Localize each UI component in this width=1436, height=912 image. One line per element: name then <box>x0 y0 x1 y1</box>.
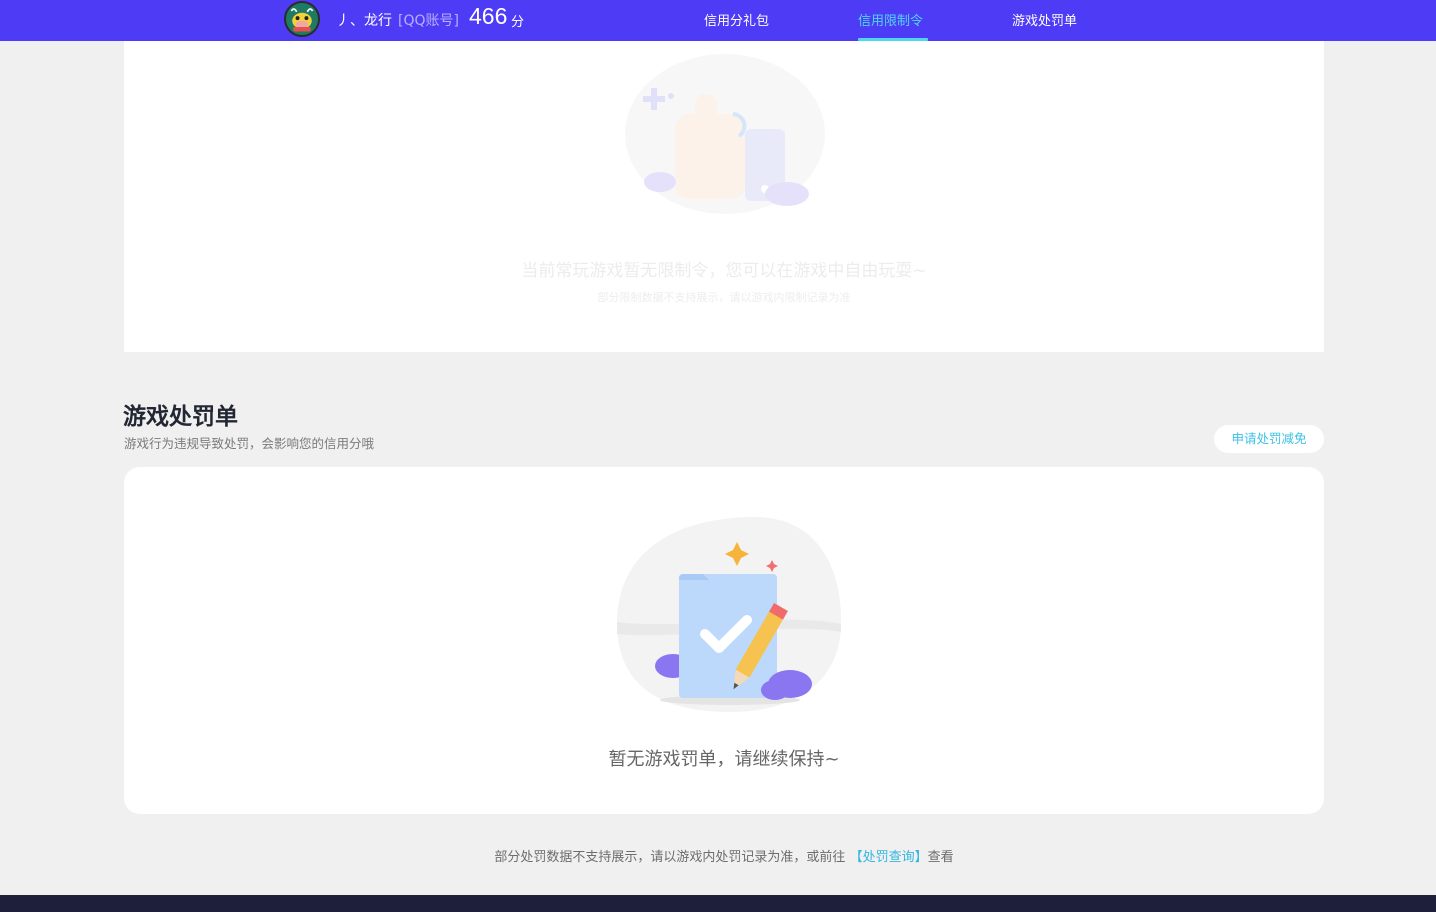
top-navigation-bar: 丿、龙行 [QQ账号] 466 分 信用分礼包 信用限制令 游戏处罚单 <box>0 0 1436 41</box>
folder-check-pencil-illustration-icon <box>616 517 842 712</box>
footer-bar <box>0 895 1436 912</box>
penalty-empty-message: 暂无游戏罚单，请继续保持~ <box>608 749 840 770</box>
credit-score-unit: 分 <box>511 15 525 30</box>
user-name: 丿、龙行 <box>336 13 392 29</box>
user-avatar[interactable] <box>284 1 320 37</box>
restriction-note: 部分限制数据不支持展示，请以游戏内限制记录为准 <box>597 291 851 304</box>
tab-credit-gift-pack[interactable]: 信用分礼包 <box>704 10 769 29</box>
thumbs-up-illustration-icon <box>625 54 825 214</box>
active-tab-indicator <box>858 38 928 41</box>
penalty-section-subtitle: 游戏行为违规导致处罚，会影响您的信用分哦 <box>124 436 375 451</box>
footnote-suffix: 查看 <box>927 850 954 865</box>
cow-avatar-icon <box>286 3 318 35</box>
penalty-query-link[interactable]: 【处罚查询】 <box>850 850 928 865</box>
credit-score-value: 466 <box>469 3 508 29</box>
footnote-prefix: 部分处罚数据不支持展示，请以游戏内处罚记录为准，或前往 <box>494 850 846 865</box>
tab-game-penalty-list[interactable]: 游戏处罚单 <box>1012 10 1077 29</box>
penalty-section-title: 游戏处罚单 <box>123 404 238 430</box>
penalty-footnote: 部分处罚数据不支持展示，请以游戏内处罚记录为准，或前往 【处罚查询】查看 <box>124 846 1324 865</box>
apply-penalty-reduction-button[interactable]: 申请处罚减免 <box>1214 425 1324 453</box>
tab-credit-restriction-order[interactable]: 信用限制令 <box>858 10 923 29</box>
account-type-label: [QQ账号] <box>398 13 459 29</box>
restriction-empty-message: 当前常玩游戏暂无限制令，您可以在游戏中自由玩耍~ <box>521 261 927 281</box>
